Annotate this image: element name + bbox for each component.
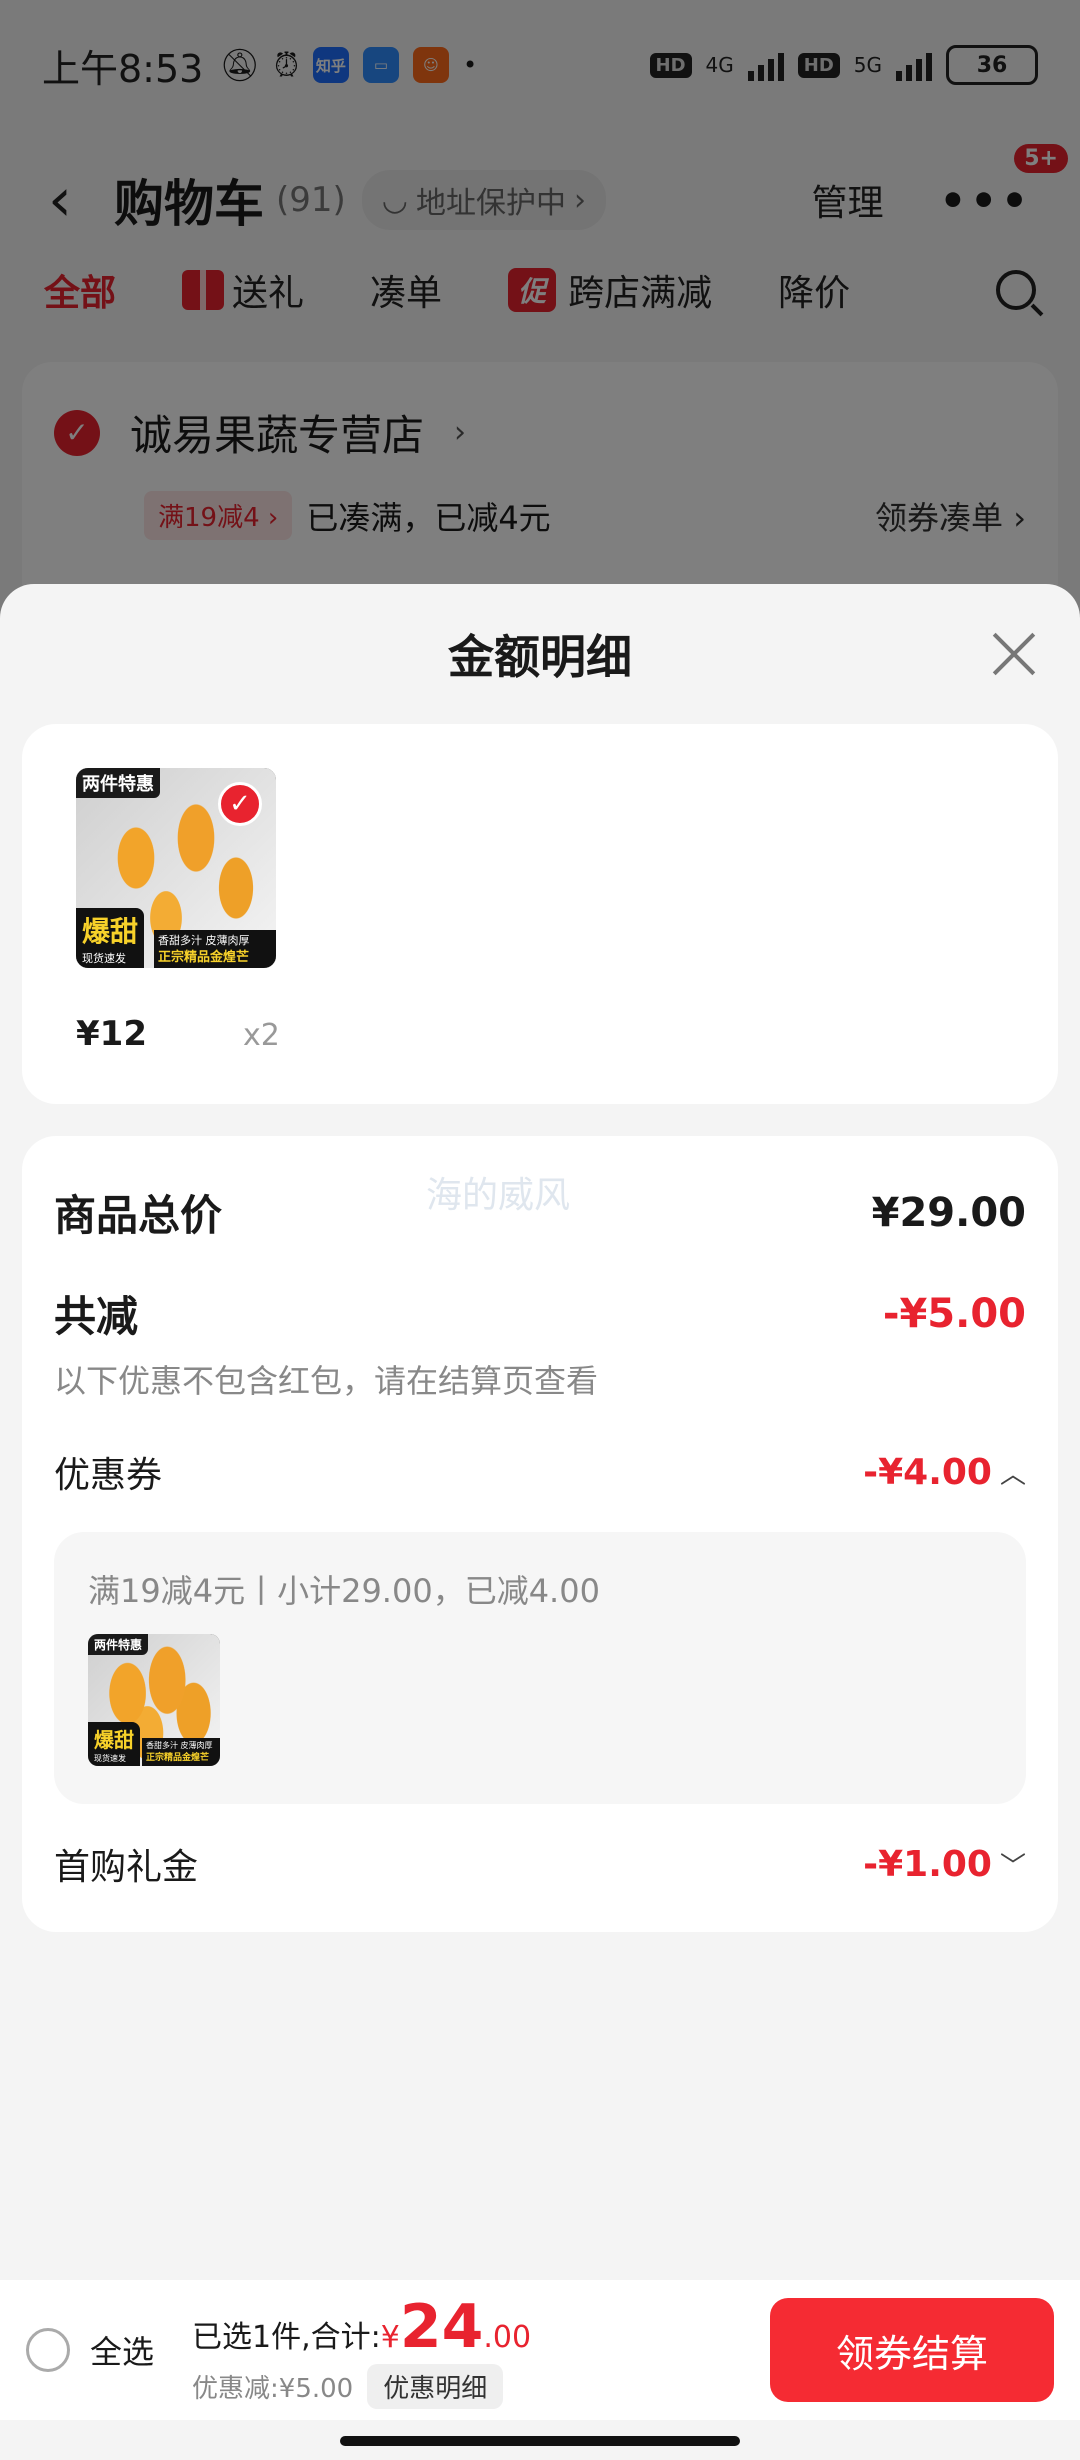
close-icon[interactable]: [990, 630, 1038, 678]
product-selected-check-icon[interactable]: ✓: [218, 782, 262, 826]
total-price-value: ¥29.00: [871, 1189, 1026, 1236]
total-price-label: 商品总价: [54, 1191, 223, 1240]
checkout-button[interactable]: 领券结算: [770, 2298, 1054, 2402]
checkout-bar: 全选 已选1件,合计: ¥ 24 .00 优惠减:¥5.00 优惠明细 领券结算: [0, 2280, 1080, 2420]
item-price: ¥12: [76, 1014, 147, 1054]
total-amount-dec: .00: [483, 2319, 532, 2355]
amount-detail-sheet: 金额明细 两件特惠 爆甜 现货速发 香甜多汁 皮薄肉厚 正宗精品金煌芒 ✓ ¥12 …: [0, 584, 1080, 2460]
product-badge-bottom: 爆甜 现货速发: [76, 908, 145, 968]
product-label: 香甜多汁 皮薄肉厚 正宗精品金煌芒: [154, 930, 276, 968]
total-reduce-value: -¥5.00: [882, 1290, 1026, 1337]
coupon-product-thumbnail[interactable]: 两件特惠 爆甜 现货速发 香甜多汁 皮薄肉厚 正宗精品金煌芒: [88, 1634, 220, 1766]
price-breakdown-card: 海的威风 商品总价 ¥29.00 共减 -¥5.00 以下优惠不包含红包，请在结…: [22, 1136, 1058, 1932]
total-reduce-label: 共减: [54, 1292, 139, 1341]
coupon-value-group: -¥4.00 ︿: [863, 1452, 1026, 1493]
first-buy-row[interactable]: 首购礼金 -¥1.00 ﹀: [54, 1838, 1026, 1890]
product-badge-bottom: 爆甜 现货速发: [88, 1722, 140, 1766]
coupon-detail-text: 满19减4元丨小计29.00，已减4.00: [88, 1572, 600, 1610]
product-badge-top: 两件特惠: [88, 1634, 149, 1655]
select-all-label[interactable]: 全选: [90, 2327, 154, 2373]
coupon-value: -¥4.00: [863, 1451, 992, 1493]
item-quantity: x2: [242, 1018, 280, 1053]
product-label: 香甜多汁 皮薄肉厚 正宗精品金煌芒: [142, 1738, 220, 1766]
selected-summary: 已选1件,合计:: [192, 2319, 381, 2355]
coupon-row[interactable]: 优惠券 -¥4.00 ︿: [54, 1446, 1026, 1498]
selected-items-card: 两件特惠 爆甜 现货速发 香甜多汁 皮薄肉厚 正宗精品金煌芒 ✓ ¥12 x2: [22, 724, 1058, 1104]
coupon-detail-box: 满19减4元丨小计29.00，已减4.00 两件特惠 爆甜 现货速发 香甜多汁 皮…: [54, 1532, 1026, 1804]
first-buy-value-group: -¥1.00 ﹀: [863, 1844, 1026, 1885]
first-buy-value: -¥1.00: [863, 1843, 992, 1885]
select-all-radio[interactable]: [26, 2328, 70, 2372]
currency-symbol: ¥: [380, 2319, 400, 2355]
first-buy-label: 首购礼金: [54, 1847, 199, 1888]
discount-detail-button[interactable]: 优惠明细: [367, 2363, 504, 2409]
reduce-note: 以下优惠不包含红包，请在结算页查看: [54, 1362, 599, 1400]
watermark: 海的威风: [426, 1175, 571, 1216]
home-indicator[interactable]: [340, 2436, 740, 2446]
chevron-up-icon: ︿: [999, 1459, 1026, 1490]
product-badge-top: 两件特惠: [76, 768, 160, 798]
chevron-down-icon: ﹀: [999, 1851, 1026, 1882]
coupon-label: 优惠券: [54, 1455, 163, 1496]
discount-summary: 优惠减:¥5.00: [192, 2373, 354, 2404]
total-amount-int: 24: [399, 2291, 484, 2362]
product-thumbnail[interactable]: 两件特惠 爆甜 现货速发 香甜多汁 皮薄肉厚 正宗精品金煌芒 ✓: [76, 768, 276, 968]
sheet-title: 金额明细: [448, 630, 632, 684]
